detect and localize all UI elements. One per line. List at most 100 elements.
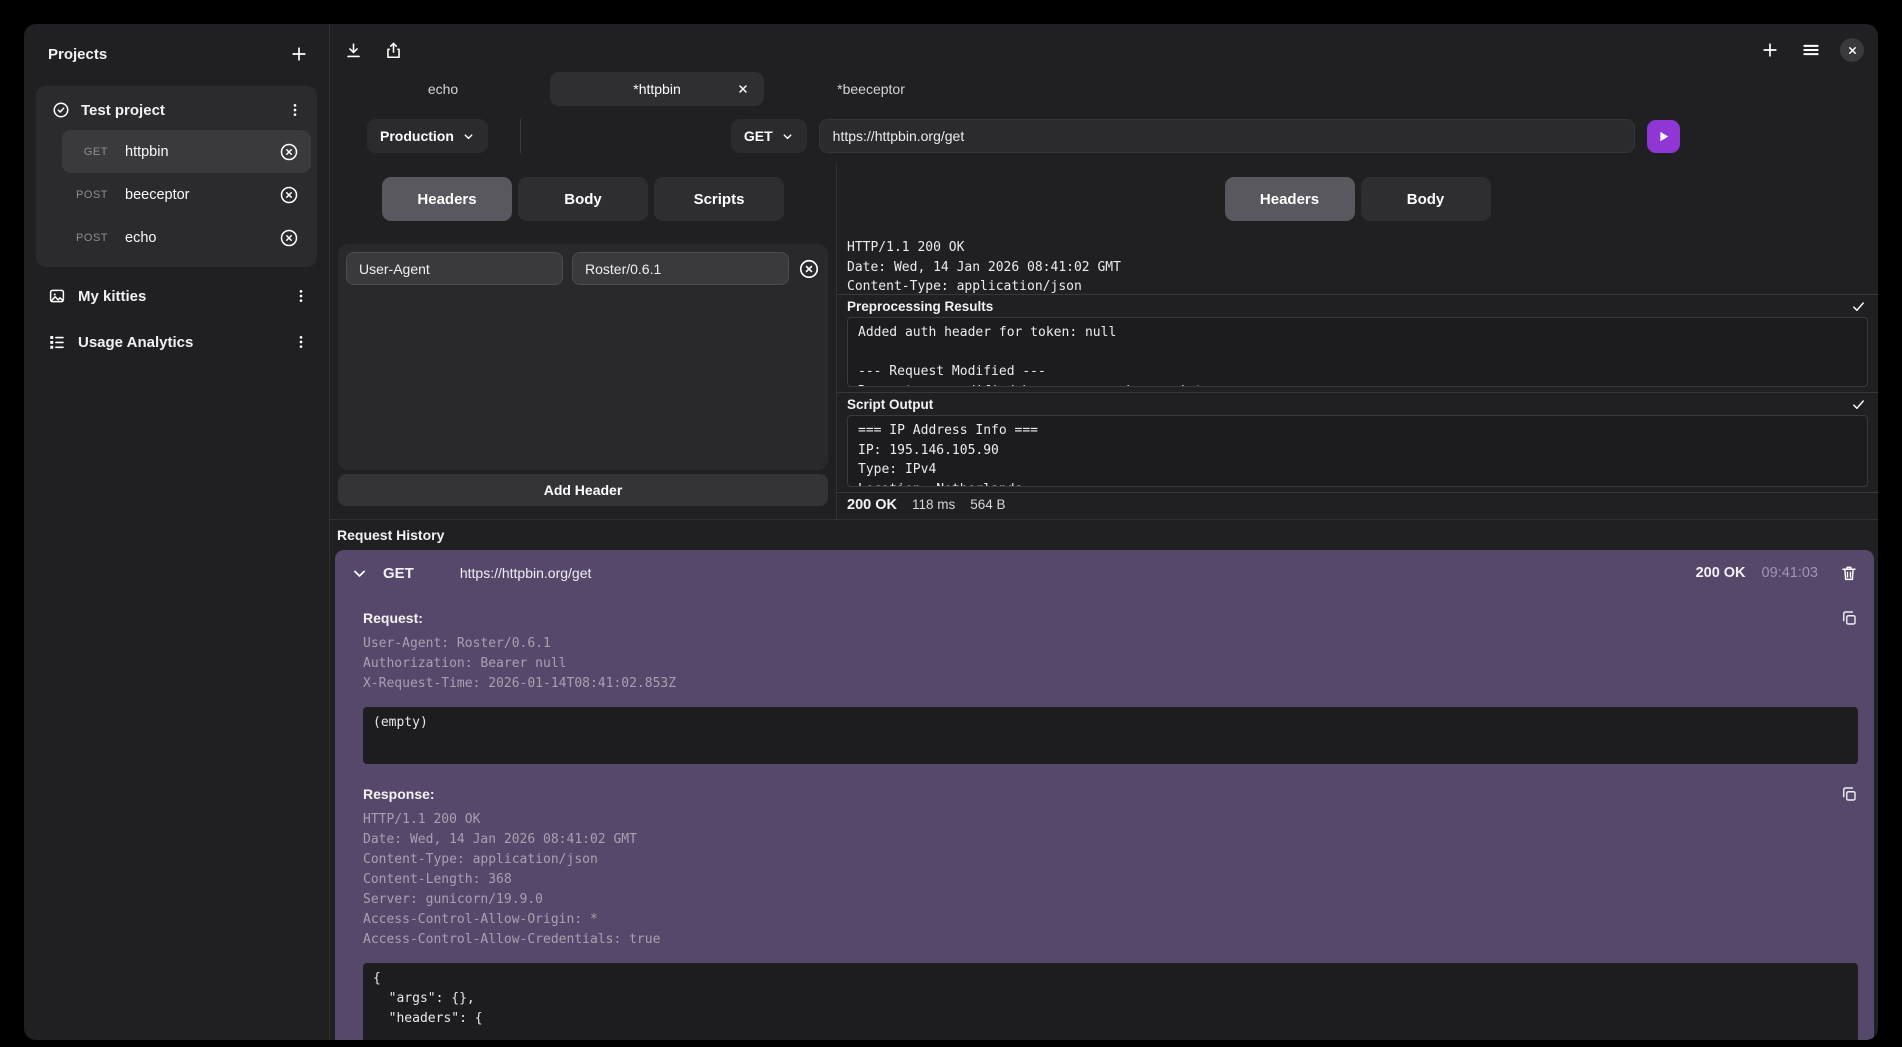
project-group-header[interactable]: Test project [42, 92, 311, 130]
request-response-panels: Headers Body Scripts Add Header [330, 164, 1878, 520]
tab-label: echo [428, 81, 458, 97]
preprocessing-output[interactable]: Added auth header for token: null --- Re… [847, 317, 1868, 387]
header-key-input[interactable] [346, 252, 563, 285]
collection-menu-button[interactable] [291, 332, 311, 352]
output-line [858, 343, 1857, 363]
url-input[interactable] [819, 119, 1635, 153]
response-header-line: Content-Length: 368 [363, 870, 1858, 890]
copy-icon[interactable] [1840, 609, 1858, 627]
response-headers-preview[interactable]: HTTP/1.1 200 OK Date: Wed, 14 Jan 2026 0… [837, 238, 1878, 295]
list-icon [48, 333, 66, 351]
history-response-body: { "args": {}, "headers": { [363, 963, 1858, 1040]
output-line: Request was modified by preprocessing sc… [858, 382, 1857, 388]
history-entry-card: GET https://httpbin.org/get 200 OK 09:41… [335, 550, 1874, 1040]
close-icon [1847, 45, 1858, 56]
history-request-body: (empty) [363, 707, 1858, 764]
tab-httpbin[interactable]: *httpbin [550, 72, 764, 106]
request-name-label: echo [125, 230, 279, 246]
collection-name: Usage Analytics [78, 334, 279, 351]
request-method-label: POST [72, 232, 108, 244]
history-entry-body: Request: User-Agent: Roster/0.6.1 Author… [351, 596, 1858, 1040]
collection-name: My kitties [78, 288, 279, 305]
output-line: Added auth header for token: null [858, 323, 1857, 343]
trash-icon[interactable] [1840, 564, 1858, 582]
script-output-title: Script Output [847, 397, 933, 412]
new-tab-button[interactable] [1758, 38, 1782, 62]
response-body-line: "args": {}, [373, 989, 1848, 1009]
project-menu-button[interactable] [285, 100, 305, 120]
request-name-label: beeceptor [125, 187, 279, 203]
tab-beeceptor[interactable]: *beeceptor [764, 72, 978, 106]
tab-echo[interactable]: echo [336, 72, 550, 106]
download-icon [344, 41, 363, 60]
environment-dropdown[interactable]: Production [367, 119, 488, 153]
tab-request-headers[interactable]: Headers [382, 177, 512, 221]
response-panel: Headers Body HTTP/1.1 200 OK Date: Wed, … [837, 164, 1878, 519]
preprocessing-title: Preprocessing Results [847, 299, 993, 314]
sidebar-item-httpbin[interactable]: GET httpbin [62, 130, 311, 173]
chevron-down-icon [781, 130, 794, 143]
sidebar-item-my-kitties[interactable]: My kitties [24, 273, 329, 319]
divider [520, 119, 521, 153]
dots-vertical-icon [293, 334, 309, 350]
output-line: IP: 195.146.105.90 [858, 441, 1857, 461]
history-url: https://httpbin.org/get [460, 565, 1696, 581]
tab-label: *httpbin [633, 81, 680, 97]
tab-label: *beeceptor [837, 81, 905, 97]
main-area: echo *httpbin *beeceptor Production [330, 24, 1878, 1040]
sidebar-item-echo[interactable]: POST echo [62, 216, 311, 259]
send-request-button[interactable] [1647, 120, 1680, 153]
sidebar-item-usage-analytics[interactable]: Usage Analytics [24, 319, 329, 365]
history-method: GET [383, 565, 414, 582]
play-icon [1656, 129, 1671, 144]
tab-request-body[interactable]: Body [518, 177, 648, 221]
share-icon [384, 41, 403, 60]
document-tabstrip: echo *httpbin *beeceptor [330, 70, 1878, 108]
response-header-line: HTTP/1.1 200 OK [847, 238, 1878, 258]
remove-request-icon[interactable] [279, 228, 299, 248]
response-header-line: Access-Control-Allow-Origin: * [363, 910, 1858, 930]
menu-button[interactable] [1799, 38, 1823, 62]
chevron-down-icon[interactable] [351, 565, 368, 582]
hamburger-icon [1801, 40, 1821, 60]
plus-icon [1760, 40, 1780, 60]
request-history-title: Request History [330, 520, 1878, 550]
share-button[interactable] [382, 39, 405, 62]
request-header-line: User-Agent: Roster/0.6.1 [363, 634, 1858, 654]
request-method-label: GET [72, 146, 108, 158]
copy-icon[interactable] [1840, 785, 1858, 803]
status-code: 200 OK [847, 497, 897, 513]
add-header-button[interactable]: Add Header [338, 474, 828, 506]
check-icon [1851, 397, 1866, 412]
add-project-button[interactable] [287, 42, 311, 66]
response-header-line: HTTP/1.1 200 OK [363, 810, 1858, 830]
script-output[interactable]: === IP Address Info === IP: 195.146.105.… [847, 415, 1868, 487]
sidebar-item-beeceptor[interactable]: POST beeceptor [62, 173, 311, 216]
remove-request-icon[interactable] [279, 142, 299, 162]
history-response-headers: HTTP/1.1 200 OK Date: Wed, 14 Jan 2026 0… [363, 810, 1858, 950]
collection-menu-button[interactable] [291, 286, 311, 306]
header-value-input[interactable] [572, 252, 789, 285]
response-header-line: Date: Wed, 14 Jan 2026 08:41:02 GMT [363, 830, 1858, 850]
request-history-section: Request History GET https://httpbin.org/… [330, 520, 1878, 1040]
tab-response-headers[interactable]: Headers [1225, 177, 1355, 221]
method-dropdown[interactable]: GET [731, 119, 807, 153]
image-icon [48, 287, 66, 305]
toolbar [330, 24, 1878, 70]
response-header-line: Content-Type: application/json [847, 277, 1878, 295]
remove-header-icon[interactable] [798, 258, 820, 280]
remove-request-icon[interactable] [279, 185, 299, 205]
response-label: Response: [363, 786, 435, 802]
history-entry-header[interactable]: GET https://httpbin.org/get 200 OK 09:41… [351, 550, 1858, 596]
window-close-button[interactable] [1840, 38, 1864, 62]
download-button[interactable] [342, 39, 365, 62]
dots-vertical-icon [293, 288, 309, 304]
status-duration: 118 ms [912, 497, 955, 512]
close-tab-icon[interactable] [737, 83, 749, 95]
script-output-section: Script Output === IP Address Info === IP… [837, 393, 1878, 493]
app-window: Projects Test project GET [24, 24, 1878, 1040]
tab-response-body[interactable]: Body [1361, 177, 1491, 221]
check-icon [1851, 299, 1866, 314]
project-group: Test project GET httpbin POST beeceptor [36, 86, 317, 267]
tab-request-scripts[interactable]: Scripts [654, 177, 784, 221]
